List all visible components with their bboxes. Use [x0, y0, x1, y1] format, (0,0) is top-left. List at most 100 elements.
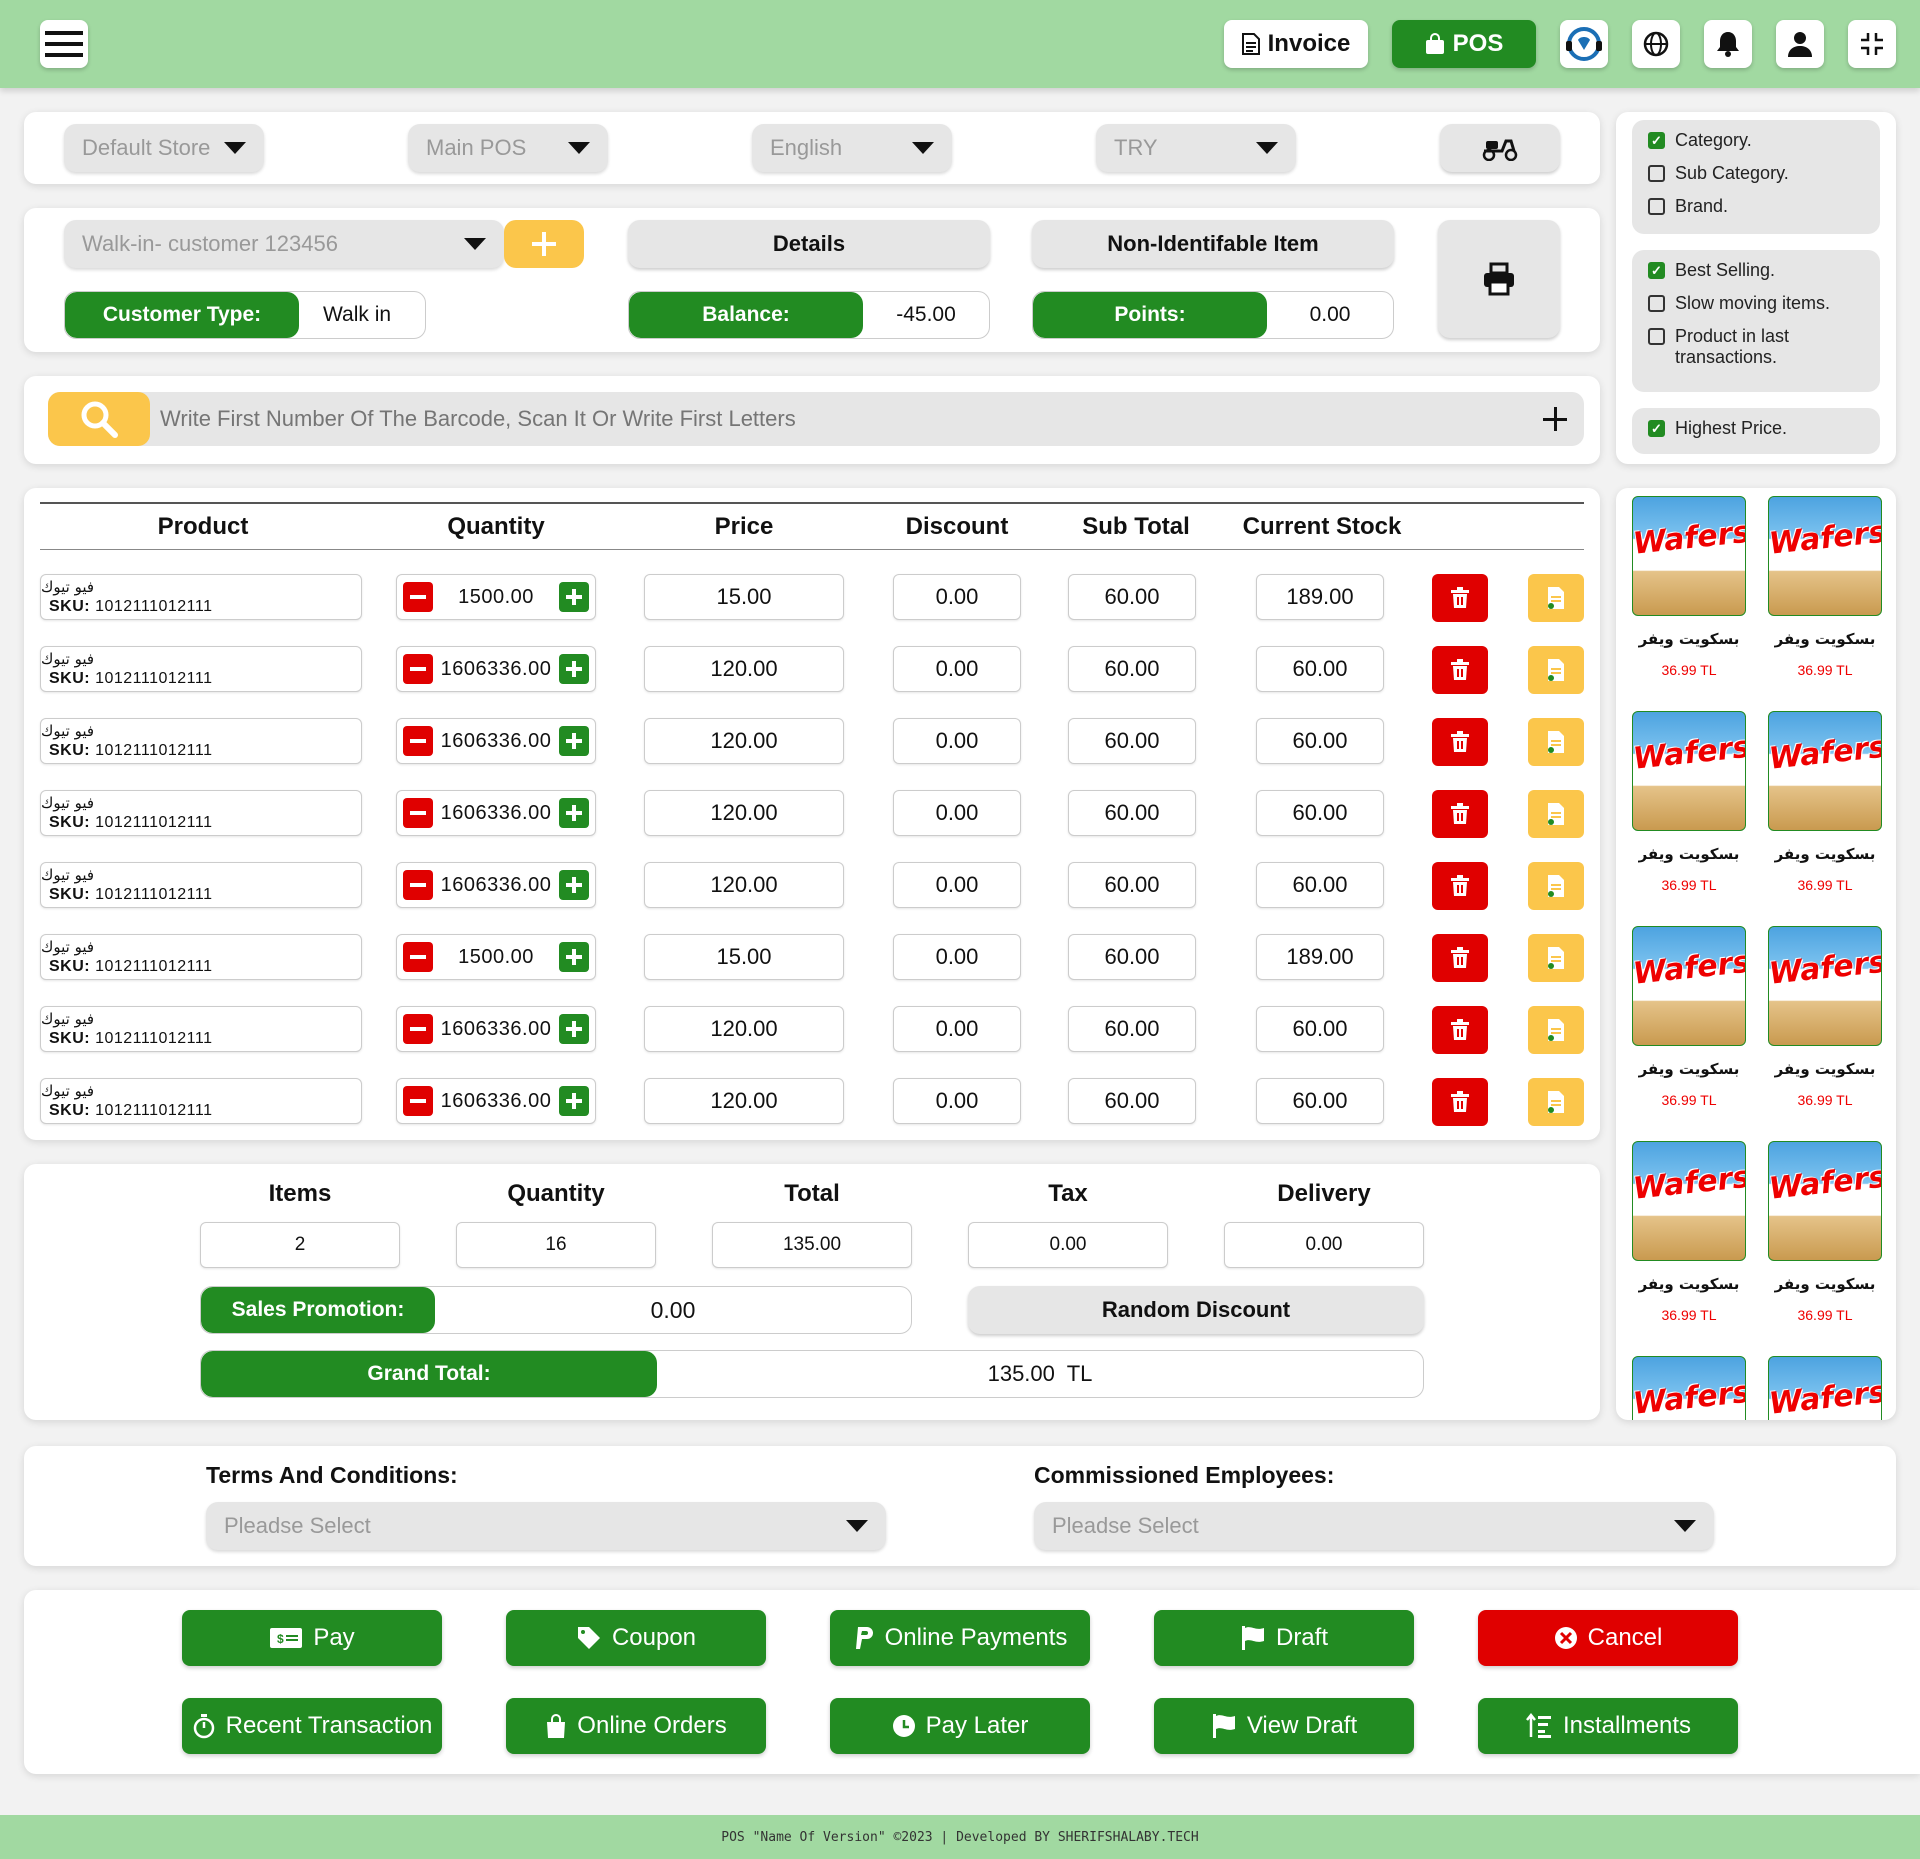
increase-quantity-button[interactable]: [558, 654, 589, 684]
slow-moving-filter[interactable]: Slow moving items.: [1648, 293, 1864, 314]
quantity-stepper[interactable]: 1606336.00: [396, 1078, 596, 1124]
price-field[interactable]: 120.00: [644, 790, 844, 836]
pos-button[interactable]: POS: [1392, 20, 1536, 68]
row-note-button[interactable]: [1528, 1006, 1584, 1054]
decrease-quantity-button[interactable]: [403, 798, 433, 828]
delivery-button[interactable]: [1440, 124, 1560, 172]
delete-row-button[interactable]: [1432, 862, 1488, 910]
online-payments-button[interactable]: Online Payments: [830, 1610, 1090, 1666]
quantity-stepper[interactable]: 1606336.00: [396, 862, 596, 908]
product-cell[interactable]: فيو تيوك SKU: 1012111012111: [40, 862, 362, 908]
coupon-button[interactable]: Coupon: [506, 1610, 766, 1666]
price-field[interactable]: 120.00: [644, 862, 844, 908]
product-card[interactable]: Wafers بسكويت ويفر 36.99 TL: [1632, 711, 1746, 893]
pos-select[interactable]: Main POS: [408, 124, 608, 172]
product-image[interactable]: Wafers: [1632, 1141, 1746, 1261]
currency-select[interactable]: TRY: [1096, 124, 1296, 172]
product-cell[interactable]: فيو تيوك SKU: 1012111012111: [40, 934, 362, 980]
price-field[interactable]: 120.00: [644, 718, 844, 764]
checkbox-icon[interactable]: [1648, 198, 1665, 215]
row-note-button[interactable]: [1528, 862, 1584, 910]
pay-later-button[interactable]: Pay Later: [830, 1698, 1090, 1754]
checkbox-icon[interactable]: ✓: [1648, 262, 1665, 279]
checkbox-icon[interactable]: ✓: [1648, 132, 1665, 149]
price-field[interactable]: 120.00: [644, 1078, 844, 1124]
quantity-stepper[interactable]: 1606336.00: [396, 790, 596, 836]
product-card[interactable]: Wafers: [1768, 1356, 1882, 1420]
menu-button[interactable]: [40, 20, 88, 68]
row-note-button[interactable]: [1528, 1078, 1584, 1126]
discount-field[interactable]: 0.00: [893, 718, 1021, 764]
terms-select[interactable]: Pleadse Select: [206, 1502, 886, 1550]
support-button[interactable]: [1560, 20, 1608, 68]
delete-row-button[interactable]: [1432, 790, 1488, 838]
product-image[interactable]: Wafers: [1768, 1356, 1882, 1420]
price-field[interactable]: 120.00: [644, 646, 844, 692]
invoice-button[interactable]: Invoice: [1224, 20, 1368, 68]
recent-transaction-button[interactable]: Recent Transaction: [182, 1698, 442, 1754]
search-input[interactable]: [160, 392, 1500, 446]
product-image[interactable]: Wafers: [1632, 1356, 1746, 1420]
cancel-button[interactable]: Cancel: [1478, 1610, 1738, 1666]
decrease-quantity-button[interactable]: [403, 654, 433, 684]
row-note-button[interactable]: [1528, 934, 1584, 982]
draft-button[interactable]: Draft: [1154, 1610, 1414, 1666]
notifications-button[interactable]: [1704, 20, 1752, 68]
discount-field[interactable]: 0.00: [893, 790, 1021, 836]
decrease-quantity-button[interactable]: [403, 870, 433, 900]
discount-field[interactable]: 0.00: [893, 1078, 1021, 1124]
delete-row-button[interactable]: [1432, 934, 1488, 982]
quantity-stepper[interactable]: 1606336.00: [396, 646, 596, 692]
product-image[interactable]: Wafers: [1768, 711, 1882, 831]
view-draft-button[interactable]: View Draft: [1154, 1698, 1414, 1754]
increase-quantity-button[interactable]: [558, 870, 589, 900]
discount-field[interactable]: 0.00: [893, 646, 1021, 692]
price-field[interactable]: 15.00: [644, 574, 844, 620]
product-cell[interactable]: فيو تيوك SKU: 1012111012111: [40, 646, 362, 692]
quantity-stepper[interactable]: 1500.00: [396, 934, 596, 980]
product-card[interactable]: Wafers بسكويت ويفر 36.99 TL: [1768, 496, 1882, 678]
checkbox-icon[interactable]: [1648, 295, 1665, 312]
quantity-value[interactable]: 1606336.00: [441, 658, 552, 681]
product-card[interactable]: Wafers بسكويت ويفر 36.99 TL: [1632, 496, 1746, 678]
product-cell[interactable]: فيو تيوك SKU: 1012111012111: [40, 790, 362, 836]
checkbox-icon[interactable]: [1648, 328, 1665, 345]
random-discount-button[interactable]: Random Discount: [968, 1286, 1424, 1334]
product-card[interactable]: Wafers بسكويت ويفر 36.99 TL: [1768, 711, 1882, 893]
quantity-stepper[interactable]: 1500.00: [396, 574, 596, 620]
product-cell[interactable]: فيو تيوك SKU: 1012111012111: [40, 1006, 362, 1052]
product-image[interactable]: Wafers: [1768, 496, 1882, 616]
highest-price-filter[interactable]: ✓ Highest Price.: [1648, 418, 1864, 439]
quantity-value[interactable]: 1606336.00: [441, 874, 552, 897]
checkbox-icon[interactable]: ✓: [1648, 420, 1665, 437]
brand-filter[interactable]: Brand.: [1648, 196, 1864, 217]
product-card[interactable]: Wafers بسكويت ويفر 36.99 TL: [1632, 926, 1746, 1108]
increase-quantity-button[interactable]: [558, 798, 589, 828]
product-card[interactable]: Wafers: [1632, 1356, 1746, 1420]
row-note-button[interactable]: [1528, 718, 1584, 766]
product-card[interactable]: Wafers بسكويت ويفر 36.99 TL: [1768, 1141, 1882, 1323]
product-image[interactable]: Wafers: [1768, 1141, 1882, 1261]
increase-quantity-button[interactable]: [558, 726, 589, 756]
installments-button[interactable]: Installments: [1478, 1698, 1738, 1754]
add-customer-button[interactable]: [504, 220, 584, 268]
online-orders-button[interactable]: Online Orders: [506, 1698, 766, 1754]
language-button[interactable]: [1632, 20, 1680, 68]
delete-row-button[interactable]: [1432, 1078, 1488, 1126]
delete-row-button[interactable]: [1432, 1006, 1488, 1054]
quantity-stepper[interactable]: 1606336.00: [396, 1006, 596, 1052]
row-note-button[interactable]: [1528, 646, 1584, 694]
delete-row-button[interactable]: [1432, 574, 1488, 622]
quantity-value[interactable]: 1500.00: [458, 946, 534, 969]
language-select[interactable]: English: [752, 124, 952, 172]
discount-field[interactable]: 0.00: [893, 934, 1021, 980]
quantity-value[interactable]: 1606336.00: [441, 730, 552, 753]
product-image[interactable]: Wafers: [1632, 926, 1746, 1046]
price-field[interactable]: 120.00: [644, 1006, 844, 1052]
increase-quantity-button[interactable]: [558, 582, 589, 612]
checkbox-icon[interactable]: [1648, 165, 1665, 182]
best-selling-filter[interactable]: ✓ Best Selling.: [1648, 260, 1864, 281]
last-transactions-filter[interactable]: Product in last transactions.: [1648, 326, 1864, 368]
product-cell[interactable]: فيو تيوك SKU: 1012111012111: [40, 574, 362, 620]
decrease-quantity-button[interactable]: [403, 942, 433, 972]
